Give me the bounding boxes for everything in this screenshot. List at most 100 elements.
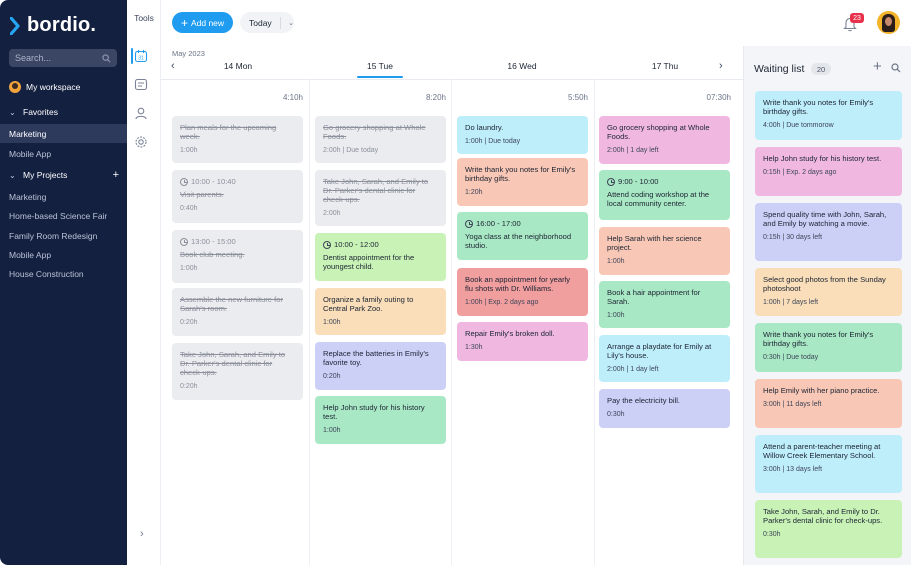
- column-hours-mon: 4:10h: [282, 93, 303, 102]
- add-project-icon[interactable]: +: [113, 169, 119, 181]
- active-tool-indicator: [131, 48, 133, 64]
- today-button[interactable]: Today ⌄: [240, 12, 294, 33]
- card-meta: 1:00h | 7 days left: [763, 299, 819, 306]
- card-meta: 1:00h: [607, 258, 625, 265]
- card-title: Select good photos from the Sunday photo…: [763, 275, 886, 293]
- task-card[interactable]: Book an appointment for yearly flu shots…: [457, 268, 588, 316]
- gear-icon[interactable]: [134, 135, 148, 149]
- project-item-science-fair[interactable]: Home-based Science Fair: [0, 206, 127, 225]
- notes-icon[interactable]: [134, 78, 148, 92]
- clock-icon: [180, 177, 188, 186]
- card-time: 16:00 - 17:00: [465, 219, 580, 228]
- task-card[interactable]: Pay the electricity bill. 0:30h: [599, 389, 730, 428]
- projects-label: My Projects: [23, 170, 68, 180]
- day-header-wed[interactable]: 16 Wed: [462, 61, 582, 71]
- waiting-task-card[interactable]: Take John, Sarah, and Emily to Dr. Parke…: [755, 500, 902, 558]
- task-card[interactable]: Assemble the new furniture for Sarah's r…: [172, 288, 303, 336]
- task-card[interactable]: 13:00 - 15:00 Book club meeting. 1:00h: [172, 230, 303, 283]
- day-header-mon[interactable]: 14 Mon: [178, 61, 298, 71]
- day-header-tue[interactable]: 15 Tue: [320, 61, 440, 71]
- card-meta: 0:15h | 30 days left: [763, 234, 823, 241]
- waiting-task-card[interactable]: Spend quality time with John, Sarah, and…: [755, 203, 902, 261]
- card-title: Book a hair appointment for Sarah.: [607, 288, 701, 306]
- waiting-task-card[interactable]: Write thank you notes for Emily's birthd…: [755, 91, 902, 140]
- task-card[interactable]: 9:00 - 10:00 Attend coding workshop at th…: [599, 170, 730, 220]
- grid-divider: [161, 79, 743, 80]
- waiting-task-card[interactable]: Attend a parent-teacher meeting at Willo…: [755, 435, 902, 493]
- tools-title: Tools: [134, 13, 154, 23]
- plus-icon: +: [180, 15, 188, 30]
- card-title: Yoga class at the neighborhood studio.: [465, 232, 572, 250]
- task-card[interactable]: Replace the batteries in Emily's favorit…: [315, 342, 446, 390]
- projects-section[interactable]: ⌄ My Projects +: [9, 169, 119, 181]
- card-time-text: 9:00 - 10:00: [618, 177, 659, 186]
- task-card[interactable]: Plan meals for the upcoming week. 1:00h: [172, 116, 303, 163]
- task-card[interactable]: Go grocery shopping at Whole Foods. 2:00h…: [315, 116, 446, 163]
- sidebar-search-input[interactable]: Search...: [9, 49, 117, 67]
- card-meta: 1:00h: [180, 147, 198, 154]
- clock-icon: [180, 237, 188, 246]
- today-label: Today: [249, 17, 272, 28]
- calendar-icon[interactable]: 31: [134, 49, 148, 63]
- chevron-down-icon[interactable]: ⌄: [288, 19, 294, 27]
- task-card[interactable]: Organize a family outing to Central Park…: [315, 288, 446, 335]
- user-avatar[interactable]: [877, 11, 900, 34]
- card-title: Arrange a playdate for Emily at Lily's h…: [607, 342, 712, 360]
- search-icon[interactable]: [891, 63, 901, 73]
- favorites-label: Favorites: [23, 107, 58, 117]
- task-card[interactable]: Help John study for his history test. 1:0…: [315, 396, 446, 444]
- project-item-mobile-app[interactable]: Mobile App: [0, 245, 127, 264]
- card-title: Book an appointment for yearly flu shots…: [465, 275, 571, 293]
- logo-mark-icon: [10, 16, 20, 35]
- task-card[interactable]: Write thank you notes for Emily's birthd…: [457, 158, 588, 206]
- logo[interactable]: bordio.: [10, 14, 96, 37]
- project-item-family-room[interactable]: Family Room Redesign: [0, 226, 127, 245]
- column-divider: [594, 79, 595, 565]
- task-card[interactable]: Take John, Sarah, and Emily to Dr. Parke…: [315, 170, 446, 226]
- prev-week-icon[interactable]: ‹: [171, 60, 175, 72]
- card-time: 10:00 - 10:40: [180, 177, 295, 186]
- column-divider: [451, 79, 452, 565]
- waiting-task-card[interactable]: Help John study for his history test. 0:1…: [755, 147, 902, 196]
- waiting-task-card[interactable]: Select good photos from the Sunday photo…: [755, 268, 902, 316]
- card-meta: 0:20h: [180, 319, 198, 326]
- expand-chevron-icon[interactable]: ›: [140, 528, 144, 540]
- card-meta: 2:00h | 1 day left: [607, 366, 659, 373]
- day-header-thu[interactable]: 17 Thu: [605, 61, 725, 71]
- task-card[interactable]: 10:00 - 12:00 Dentist appointment for the…: [315, 233, 446, 281]
- card-time: 13:00 - 15:00: [180, 237, 295, 246]
- task-card[interactable]: Take John, Sarah, and Emily to Dr. Parke…: [172, 343, 303, 400]
- card-meta: 0:30h | Due today: [763, 354, 819, 361]
- task-card[interactable]: Book a hair appointment for Sarah. 1:00h: [599, 281, 730, 328]
- card-title: Write thank you notes for Emily's birthd…: [465, 165, 576, 183]
- task-card[interactable]: Repair Emily's broken doll. 1:30h: [457, 322, 588, 361]
- workspace-name: My workspace: [26, 82, 81, 92]
- waiting-task-card[interactable]: Write thank you notes for Emily's birthd…: [755, 323, 902, 372]
- favorite-item-marketing[interactable]: Marketing: [0, 124, 127, 143]
- month-label: May 2023: [172, 49, 205, 58]
- card-title: Replace the batteries in Emily's favorit…: [323, 349, 429, 367]
- favorites-section[interactable]: ⌄ Favorites: [9, 107, 119, 117]
- task-card[interactable]: 16:00 - 17:00 Yoga class at the neighborh…: [457, 212, 588, 260]
- task-card[interactable]: Arrange a playdate for Emily at Lily's h…: [599, 335, 730, 382]
- card-time-text: 16:00 - 17:00: [476, 219, 521, 228]
- favorite-item-mobile-app[interactable]: Mobile App: [0, 144, 127, 163]
- project-item-house-construction[interactable]: House Construction: [0, 264, 127, 283]
- task-card[interactable]: 10:00 - 10:40 Visit parents. 0:40h: [172, 170, 303, 223]
- add-new-button[interactable]: + Add new: [172, 12, 233, 33]
- card-meta: 1:00h: [607, 312, 625, 319]
- card-title: Take John, Sarah, and Emily to Dr. Parke…: [180, 350, 286, 377]
- workspace-switcher[interactable]: My workspace: [9, 81, 80, 93]
- column-divider: [309, 79, 310, 565]
- card-title: Take John, Sarah, and Emily to Dr. Parke…: [323, 177, 429, 204]
- task-card[interactable]: Do laundry. 1:00h | Due today: [457, 116, 588, 154]
- add-waiting-task-icon[interactable]: +: [873, 58, 882, 75]
- project-item-marketing[interactable]: Marketing: [0, 187, 127, 206]
- card-time-text: 10:00 - 10:40: [191, 177, 236, 186]
- user-icon[interactable]: [134, 106, 148, 120]
- task-card[interactable]: Help Sarah with her science project. 1:00…: [599, 227, 730, 275]
- task-card[interactable]: Go grocery shopping at Whole Foods. 2:00h…: [599, 116, 730, 164]
- waiting-task-card[interactable]: Help Emily with her piano practice. 3:00h…: [755, 379, 902, 428]
- card-meta: 0:15h | Exp. 2 days ago: [763, 169, 837, 176]
- clock-icon: [607, 177, 615, 186]
